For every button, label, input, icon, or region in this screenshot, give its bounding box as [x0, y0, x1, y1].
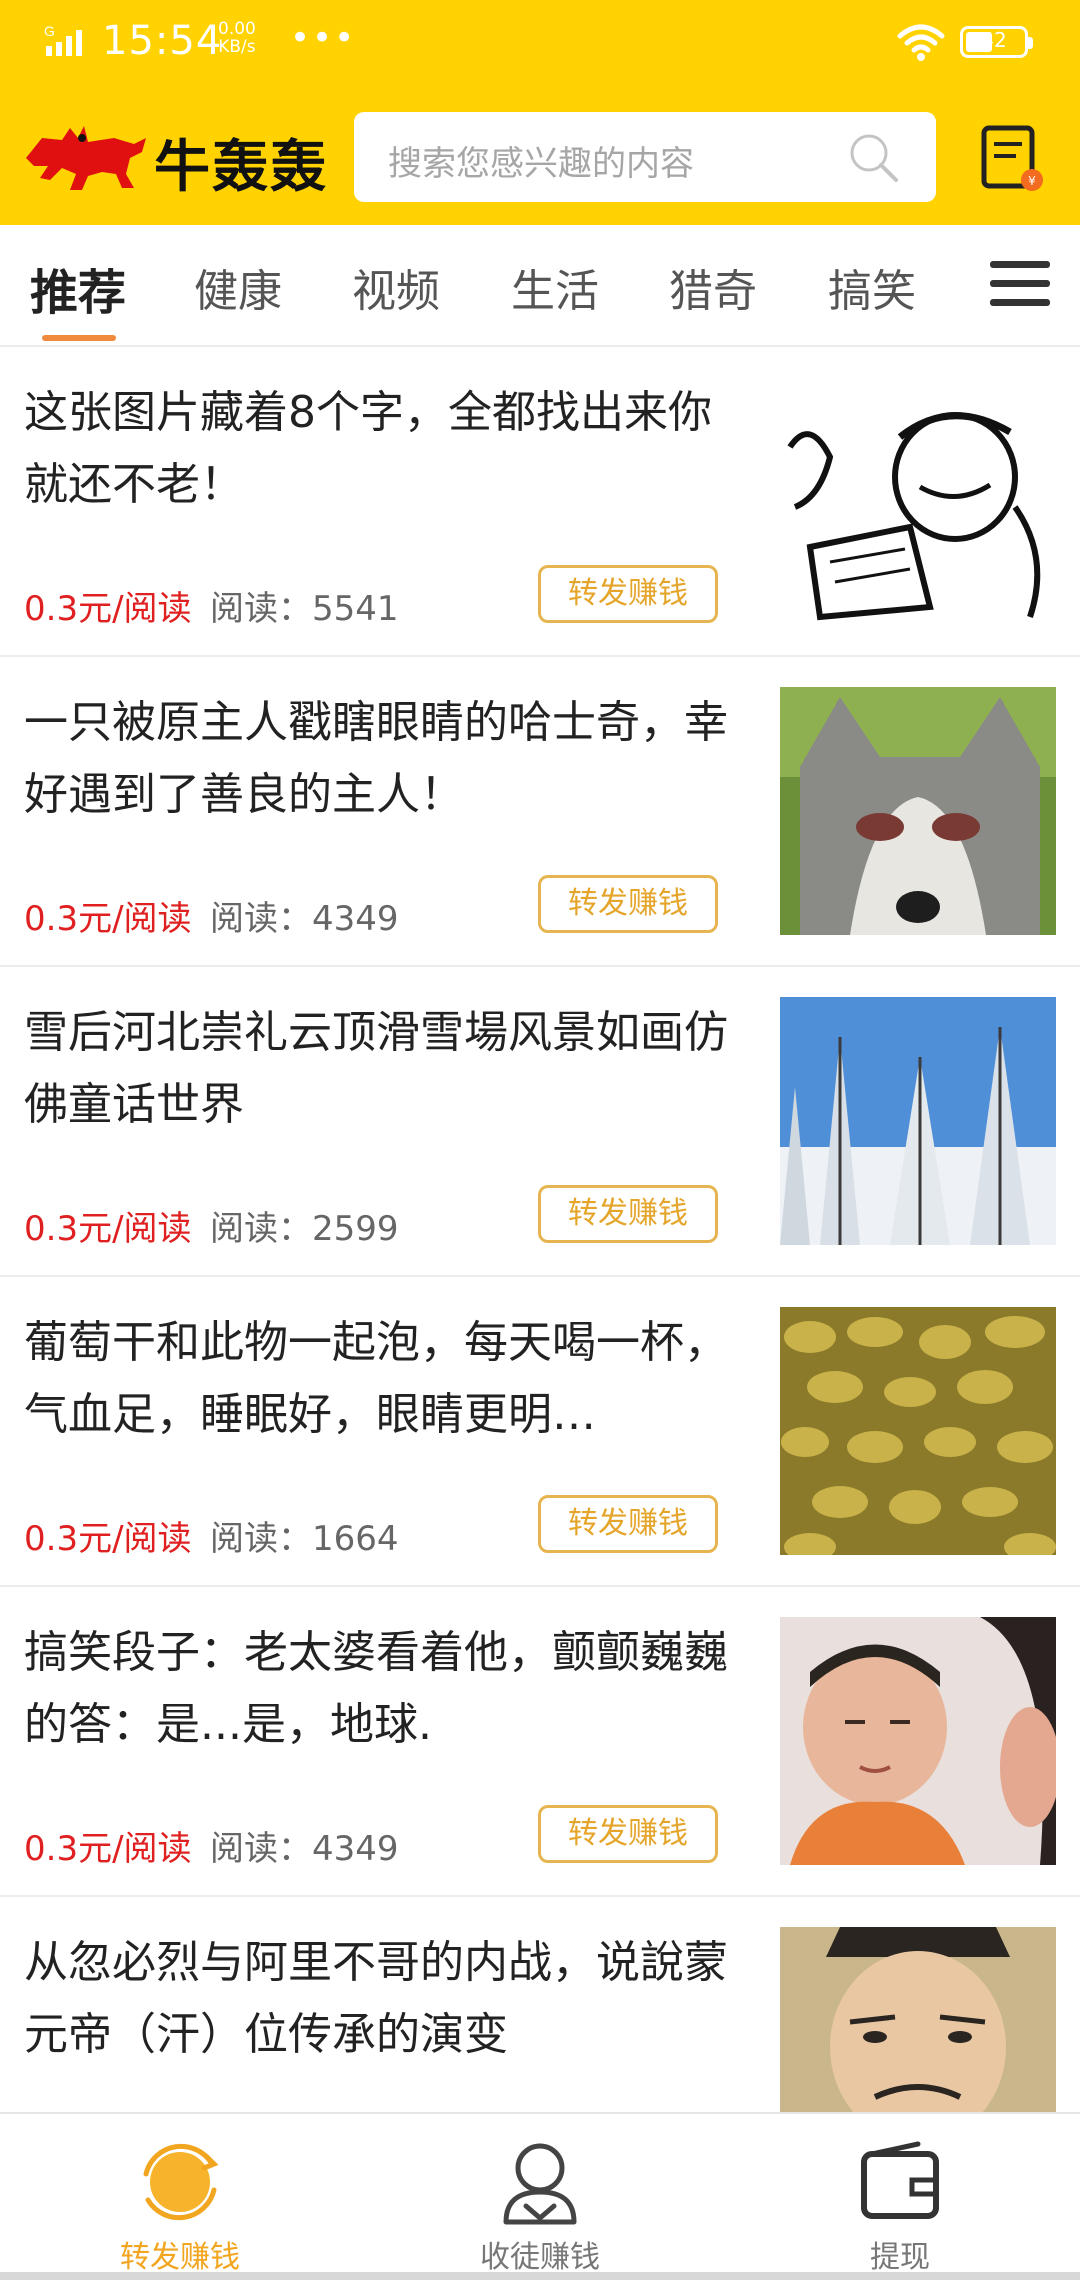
network-speed: 0.00 KB/s: [218, 20, 256, 56]
share-earn-icon: [143, 2143, 219, 2221]
search-placeholder: 搜索您感兴趣的内容: [388, 144, 694, 184]
tab-life[interactable]: 生活: [511, 255, 599, 319]
article-thumbnail: [780, 1617, 1056, 1865]
app-logo[interactable]: 牛轰轰: [22, 118, 332, 200]
svg-text:G: G: [44, 23, 55, 39]
article-thumbnail: [780, 1307, 1056, 1555]
read-count: 阅读：4349: [210, 1829, 399, 1869]
category-tabs: 推荐 健康 视频 生活 猎奇 搞笑: [0, 225, 1080, 347]
read-count: 阅读：4349: [210, 899, 399, 939]
article-item[interactable]: 这张图片藏着8个字，全都找出来你就还不老！ 0.3元/阅读 阅读：5541 转发…: [0, 347, 1080, 657]
reward-rate: 0.3元/阅读: [24, 899, 192, 939]
article-thumbnail: [780, 687, 1056, 935]
reward-rate: 0.3元/阅读: [24, 589, 192, 629]
article-title[interactable]: 搞笑段子：老太婆看着他，颤颤巍巍的答：是...是，地球.: [24, 1617, 754, 1761]
article-title[interactable]: 一只被原主人戳瞎眼睛的哈士奇，幸好遇到了善良的主人！: [24, 687, 754, 831]
search-input[interactable]: 搜索您感兴趣的内容: [354, 112, 936, 202]
status-bar: G 15:54 0.00 KB/s ••• 42: [0, 0, 1080, 90]
menu-icon[interactable]: [990, 261, 1050, 311]
article-thumbnail: [780, 997, 1056, 1245]
tab-video[interactable]: 视频: [352, 255, 440, 319]
read-count: 阅读：5541: [210, 589, 399, 629]
signal-icon: G: [44, 23, 82, 56]
user-handshake-icon: [503, 2143, 577, 2225]
share-earn-button[interactable]: 转发赚钱: [538, 565, 718, 623]
article-title[interactable]: 雪后河北崇礼云顶滑雪場风景如画仿佛童话世界: [24, 997, 754, 1141]
network-speed-value: 0.00: [218, 19, 256, 39]
clock: 15:54: [102, 18, 223, 64]
bull-logo-icon: [26, 126, 146, 190]
bottom-navigation: 转发赚钱 收徒赚钱 提现: [0, 2112, 1080, 2282]
article-item[interactable]: 雪后河北崇礼云顶滑雪場风景如画仿佛童话世界 0.3元/阅读 阅读：2599 转发…: [0, 967, 1080, 1277]
nav-share-earn-label: 转发赚钱: [120, 2240, 240, 2275]
nav-recruit-earn[interactable]: 收徒赚钱: [360, 2114, 720, 2282]
article-item[interactable]: 搞笑段子：老太婆看着他，颤颤巍巍的答：是...是，地球. 0.3元/阅读 阅读：…: [0, 1587, 1080, 1897]
wifi-icon: [897, 24, 945, 61]
reward-rate: 0.3元/阅读: [24, 1209, 192, 1249]
active-tab-indicator: [42, 335, 116, 341]
article-title[interactable]: 从忽必烈与阿里不哥的内战，说說蒙元帝（汗）位传承的演变: [24, 1927, 754, 2071]
battery-level: 42: [981, 28, 1007, 52]
tab-recommend[interactable]: 推荐: [30, 253, 126, 323]
reward-rate: 0.3元/阅读: [24, 1829, 192, 1869]
top-bar: G 15:54 0.00 KB/s ••• 42 牛轰轰 搜索您感兴趣的内容 ¥: [0, 0, 1080, 225]
more-status-icon: •••: [290, 18, 357, 58]
reward-rate: 0.3元/阅读: [24, 1519, 192, 1559]
share-earn-button[interactable]: 转发赚钱: [538, 875, 718, 933]
read-count: 阅读：1664: [210, 1519, 399, 1559]
share-earn-button[interactable]: 转发赚钱: [538, 1185, 718, 1243]
task-list-icon[interactable]: ¥: [980, 124, 1046, 194]
system-nav-strip: [0, 2272, 1080, 2280]
battery-icon: 42: [960, 26, 1033, 58]
network-speed-unit: KB/s: [218, 37, 256, 57]
tab-funny[interactable]: 搞笑: [828, 255, 916, 319]
svg-text:¥: ¥: [1028, 174, 1036, 188]
nav-share-earn[interactable]: 转发赚钱: [0, 2114, 360, 2282]
article-item[interactable]: 葡萄干和此物一起泡，每天喝一杯，气血足，睡眠好，眼睛更明… 0.3元/阅读 阅读…: [0, 1277, 1080, 1587]
nav-recruit-earn-label: 收徒赚钱: [480, 2240, 600, 2275]
tab-health[interactable]: 健康: [194, 255, 282, 319]
nav-withdraw[interactable]: 提现: [720, 2114, 1080, 2282]
article-title[interactable]: 这张图片藏着8个字，全都找出来你就还不老！: [24, 377, 754, 521]
article-item[interactable]: 一只被原主人戳瞎眼睛的哈士奇，幸好遇到了善良的主人！ 0.3元/阅读 阅读：43…: [0, 657, 1080, 967]
share-earn-button[interactable]: 转发赚钱: [538, 1495, 718, 1553]
tab-curiosity[interactable]: 猎奇: [669, 255, 757, 319]
read-count: 阅读：2599: [210, 1209, 399, 1249]
search-icon[interactable]: [846, 130, 900, 184]
nav-withdraw-label: 提现: [870, 2240, 930, 2275]
app-name: 牛轰轰: [154, 135, 328, 200]
share-earn-button[interactable]: 转发赚钱: [538, 1805, 718, 1863]
wallet-icon: [861, 2141, 939, 2219]
article-title[interactable]: 葡萄干和此物一起泡，每天喝一杯，气血足，睡眠好，眼睛更明…: [24, 1307, 754, 1451]
article-thumbnail: [780, 377, 1056, 625]
